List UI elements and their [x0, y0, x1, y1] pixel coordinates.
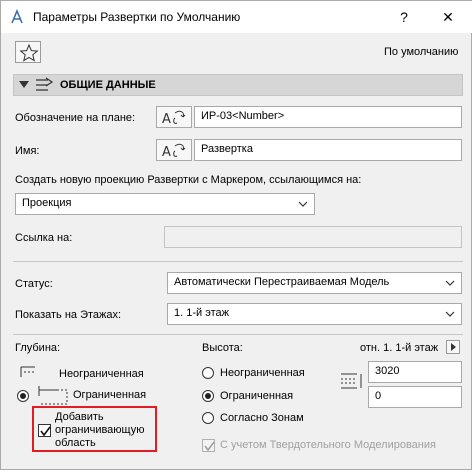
divider: [13, 334, 463, 335]
ref-input: [164, 226, 462, 248]
checkmark-icon: [204, 441, 215, 452]
ref-label: Ссылка на:: [15, 232, 73, 244]
autotext-icon: A: [162, 143, 186, 160]
chevron-down-icon: [445, 311, 455, 317]
svg-text:A: A: [162, 145, 171, 160]
depth-limited-label: Ограниченная: [73, 389, 147, 401]
height-limited-label: Ограниченная: [220, 390, 294, 402]
chevron-down-icon: [445, 280, 455, 286]
star-icon: [19, 43, 39, 62]
status-label: Статус:: [15, 278, 53, 290]
favorites-button[interactable]: [15, 41, 41, 63]
dialog-window: Параметры Развертки по Умолчанию ? ✕ По …: [0, 0, 472, 470]
height-ref-arrow-button[interactable]: [446, 340, 460, 354]
show-stories-label: Показать на Этажах:: [15, 309, 122, 321]
height-limited-radio[interactable]: [202, 390, 214, 402]
checkmark-icon: [40, 426, 51, 437]
show-stories-select[interactable]: 1. 1-й этаж: [167, 303, 462, 325]
depth-unlimited-label: Неограниченная: [59, 368, 144, 380]
collapse-arrow-icon: [19, 81, 29, 88]
autotext-name-button[interactable]: A: [156, 139, 192, 161]
section-title: ОБЩИЕ ДАННЫЕ: [60, 79, 156, 91]
create-label: Создать новую проекцию Развертки с Марке…: [15, 174, 362, 186]
height-zones-radio[interactable]: [202, 412, 214, 424]
height-top-input[interactable]: 3020: [368, 361, 462, 383]
show-stories-value: 1. 1-й этаж: [174, 307, 229, 319]
autotext-icon: A: [162, 110, 186, 127]
height-unlimited-radio[interactable]: [202, 367, 214, 379]
depth-label: Глубина:: [15, 342, 61, 354]
add-bound-checkbox[interactable]: [38, 424, 51, 437]
section-settings-icon: [36, 77, 54, 91]
add-bound-line2: ограничивающую: [55, 424, 145, 436]
add-bound-line3: область: [55, 437, 96, 449]
plan-id-label: Обозначение на плане:: [15, 112, 136, 124]
close-button[interactable]: ✕: [437, 6, 459, 28]
height-bottom-input[interactable]: 0: [368, 386, 462, 408]
chevron-right-icon: [451, 343, 456, 351]
solid-ops-checkbox: [202, 439, 215, 452]
divider: [13, 261, 463, 262]
name-label: Имя:: [15, 145, 40, 157]
plan-id-input[interactable]: ИР-03<Number>: [194, 106, 462, 128]
depth-limited-radio[interactable]: [17, 390, 29, 402]
height-unlimited-label: Неограниченная: [220, 367, 305, 379]
name-input[interactable]: Развертка: [194, 139, 462, 161]
autotext-button[interactable]: A: [156, 106, 192, 128]
create-select[interactable]: Проекция: [15, 193, 315, 215]
help-button[interactable]: ?: [393, 6, 415, 28]
add-bound-line1: Добавить: [55, 411, 104, 423]
status-select[interactable]: Автоматически Перестраиваемая Модель: [167, 272, 462, 294]
height-range-icon: [341, 373, 362, 389]
create-select-value: Проекция: [22, 197, 72, 209]
depth-unlimited-icon: [20, 366, 35, 377]
default-label: По умолчанию: [384, 46, 459, 58]
svg-text:A: A: [162, 112, 171, 127]
height-label: Высота:: [202, 342, 243, 354]
section-header[interactable]: ОБЩИЕ ДАННЫЕ: [13, 74, 463, 96]
status-select-value: Автоматически Перестраиваемая Модель: [174, 276, 390, 288]
solid-ops-label: С учетом Твердотельного Моделирования: [220, 439, 436, 451]
title-bar: Параметры Развертки по Умолчанию ? ✕: [1, 1, 472, 33]
height-ref-floor: отн. 1. 1-й этаж: [360, 342, 439, 354]
app-logo-icon: [9, 9, 25, 25]
chevron-down-icon: [298, 201, 308, 207]
window-title: Параметры Развертки по Умолчанию: [33, 10, 241, 24]
depth-limited-icon: [38, 386, 68, 405]
height-zones-label: Согласно Зонам: [220, 412, 304, 424]
